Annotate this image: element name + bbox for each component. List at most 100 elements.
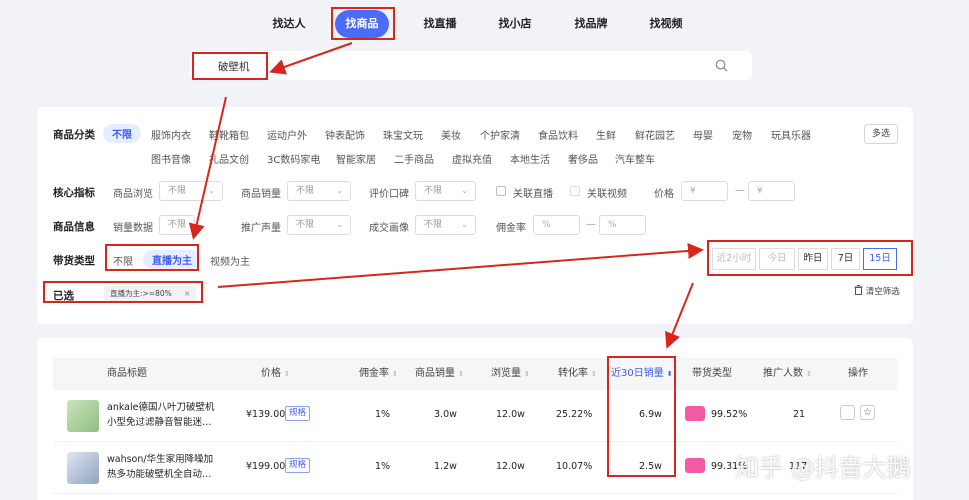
tag-close-icon[interactable]: × (184, 289, 190, 298)
category-item[interactable]: 运动户外 (267, 127, 307, 142)
category-item[interactable]: 美妆 (441, 127, 461, 142)
commission-cell: 1% (375, 461, 391, 472)
price-cell: ¥139.00 (246, 409, 286, 420)
views-filter-label: 商品浏览 (113, 189, 153, 200)
category-item[interactable]: 鞋靴箱包 (209, 127, 249, 142)
buyer-profile-label: 成交画像 (369, 223, 409, 234)
nav-find-brand[interactable]: 找品牌 (574, 10, 608, 38)
views-cell: 12.0w (496, 409, 525, 420)
time-today[interactable]: 今日 (759, 248, 795, 270)
nav-find-video[interactable]: 找视频 (649, 10, 683, 38)
price-cell: ¥199.00 (246, 461, 286, 472)
category-item[interactable]: 钟表配饰 (325, 127, 365, 142)
category-item[interactable]: 二手商品 (394, 151, 434, 166)
spec-button[interactable]: 规格 (285, 458, 311, 473)
promo-volume-select[interactable]: 不限 ⌄ (287, 215, 351, 235)
douyin-icon (685, 406, 705, 421)
douyin-icon (685, 458, 705, 473)
related-video-checkbox[interactable] (570, 186, 580, 196)
th-commission[interactable]: 佣金率 ⇕ (359, 358, 398, 390)
time-15d[interactable]: 15日 (863, 248, 897, 270)
category-item[interactable]: 3C数码家电 (267, 151, 320, 166)
time-yesterday[interactable]: 昨日 (798, 248, 828, 270)
product-thumbnail[interactable] (67, 452, 99, 484)
category-item[interactable]: 本地生活 (510, 151, 550, 166)
table-header: 商品标题 价格 ⇕ 佣金率 ⇕ 商品销量 ⇕ 浏览量 ⇕ 转化率 ⇕ 近30日销量 ⬍ 带货… (53, 358, 898, 390)
time-2h[interactable]: 近2小时 (712, 248, 756, 270)
views-cell: 12.0w (496, 461, 525, 472)
list-icon[interactable] (840, 405, 855, 420)
promo-volume-label: 推广声量 (241, 223, 281, 234)
category-item[interactable]: 玩具乐器 (771, 127, 811, 142)
views-select[interactable]: 不限 ⌄ (159, 181, 223, 201)
th-sales30[interactable]: 近30日销量 ⬍ (611, 358, 673, 390)
category-label: 商品分类 (53, 129, 95, 141)
related-video-label: 关联视频 (587, 189, 627, 200)
multi-select-button[interactable]: 多选 (864, 124, 898, 144)
category-item[interactable]: 服饰内衣 (151, 127, 191, 142)
th-promoters[interactable]: 推广人数 ⇕ (763, 358, 812, 390)
category-item[interactable]: 汽车整车 (615, 151, 655, 166)
category-item[interactable]: 图书音像 (151, 151, 191, 166)
sort-icon: ⇕ (524, 370, 530, 378)
search-bar[interactable]: 破壁机 (190, 51, 752, 80)
nav-find-shop[interactable]: 找小店 (498, 10, 532, 38)
sales30-cell: 6.9w (639, 409, 662, 420)
th-type: 带货类型 (692, 368, 732, 379)
product-title[interactable]: wahson/华生家用降噪加热多功能破壁机全自动… (107, 452, 219, 482)
sales-data-select[interactable]: 不限 (159, 215, 195, 235)
category-item[interactable]: 虚拟充值 (452, 151, 492, 166)
product-title[interactable]: ankale德国八叶刀破壁机小型免过滤静音智能迷… (107, 400, 219, 430)
time-7d[interactable]: 7日 (831, 248, 860, 270)
top-nav: 找达人 找商品 找直播 找小店 找品牌 找视频 (0, 10, 969, 38)
type-video-main[interactable]: 视频为主 (210, 253, 250, 268)
star-icon[interactable]: ☆ (860, 405, 875, 420)
category-item[interactable]: 珠宝文玩 (383, 127, 423, 142)
th-conversion[interactable]: 转化率 ⇕ (558, 358, 597, 390)
sales-data-label: 销量数据 (113, 223, 153, 234)
selected-label: 已选 (53, 290, 74, 302)
category-item[interactable]: 奢侈品 (568, 151, 598, 166)
related-live-checkbox[interactable] (496, 186, 506, 196)
category-item[interactable]: 鲜花园艺 (635, 127, 675, 142)
promoters-cell: 21 (793, 409, 806, 420)
type-live-main[interactable]: 直播为主 (143, 250, 201, 269)
category-item[interactable]: 礼品文创 (209, 151, 249, 166)
category-item[interactable]: 食品饮料 (538, 127, 578, 142)
search-icon[interactable] (715, 59, 728, 72)
buyer-profile-select[interactable]: 不限 ⌄ (415, 215, 476, 235)
th-title: 商品标题 (107, 368, 147, 379)
chevron-down-icon: ⌄ (336, 186, 343, 195)
reviews-select[interactable]: 不限 ⌄ (415, 181, 476, 201)
product-info-label: 商品信息 (53, 221, 95, 233)
clear-filters-button[interactable]: 清空筛选 (854, 285, 900, 297)
nav-find-products[interactable]: 找商品 (335, 10, 389, 38)
category-all[interactable]: 不限 (103, 124, 141, 143)
commission-label: 佣金率 (496, 223, 526, 234)
price-min-input[interactable]: ¥ (681, 181, 728, 201)
category-item[interactable]: 母婴 (693, 127, 713, 142)
spec-button[interactable]: 规格 (285, 406, 311, 421)
category-item[interactable]: 生鲜 (596, 127, 616, 142)
nav-find-talent[interactable]: 找达人 (272, 10, 306, 38)
nav-find-live[interactable]: 找直播 (423, 10, 457, 38)
selected-tag: 直播为主:>=80% × (104, 286, 197, 301)
sales-select[interactable]: 不限 ⌄ (287, 181, 351, 201)
sales-filter-label: 商品销量 (241, 189, 281, 200)
category-item[interactable]: 宠物 (732, 127, 752, 142)
th-views[interactable]: 浏览量 ⇕ (491, 358, 530, 390)
table-row[interactable]: ankale德国八叶刀破壁机小型免过滤静音智能迷… ¥139.00 规格 1% … (53, 390, 898, 442)
commission-max-input[interactable]: % (599, 215, 646, 235)
price-max-input[interactable]: ¥ (748, 181, 795, 201)
search-input[interactable]: 破壁机 (218, 59, 250, 74)
category-item[interactable]: 智能家居 (336, 151, 376, 166)
commission-min-input[interactable]: % (533, 215, 580, 235)
price-label: 价格 (654, 189, 674, 200)
type-all[interactable]: 不限 (113, 253, 133, 268)
product-thumbnail[interactable] (67, 400, 99, 432)
category-item[interactable]: 个护家清 (480, 127, 520, 142)
th-sales[interactable]: 商品销量 ⇕ (415, 358, 464, 390)
th-price[interactable]: 价格 ⇕ (261, 358, 290, 390)
related-live-label: 关联直播 (513, 189, 553, 200)
conversion-cell: 10.07% (556, 461, 593, 472)
